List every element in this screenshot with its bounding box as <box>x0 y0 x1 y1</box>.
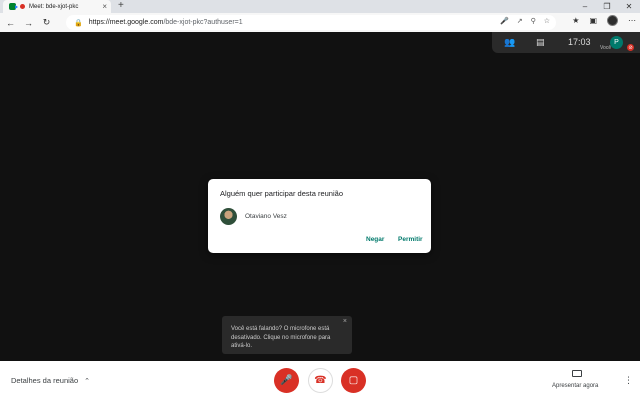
bottom-bar: Detalhes da reunião ⌃ 🎤 ☎ ▢ Apresentar a… <box>0 361 640 400</box>
zoom-icon[interactable]: ⚲ <box>531 17 536 25</box>
more-options-icon[interactable]: ⋮ <box>624 375 633 386</box>
meeting-details-label: Detalhes da reunião <box>11 376 79 385</box>
url-path: /bde-xjot-pkc?authuser=1 <box>163 19 243 26</box>
hang-up-button[interactable]: ☎ <box>308 368 333 393</box>
join-request-dialog: Alguém quer participar desta reunião Ota… <box>208 179 431 253</box>
self-label: Você <box>600 45 612 51</box>
tab-title: Meet: bde-xjot-pkc <box>29 3 79 10</box>
camera-toggle-button[interactable]: ▢ <box>341 368 366 393</box>
forward-button[interactable]: → <box>21 15 36 30</box>
tab-meet[interactable]: Meet: bde-xjot-pkc × <box>3 0 111 13</box>
dialog-title: Alguém quer participar desta reunião <box>220 189 343 198</box>
minimize-button[interactable]: – <box>574 0 596 13</box>
deny-button[interactable]: Negar <box>366 236 384 243</box>
url-host: https://meet.google.com <box>88 19 164 26</box>
mic-off-icon: 🎤 <box>280 375 293 386</box>
meet-favicon-icon <box>9 3 18 10</box>
chevron-up-icon: ⌃ <box>84 377 91 385</box>
meeting-details-button[interactable]: Detalhes da reunião ⌃ <box>11 376 90 385</box>
more-menu-icon[interactable]: ⋯ <box>628 16 636 25</box>
toast-text: Você está falando? O microfone está desa… <box>231 326 331 349</box>
chat-icon[interactable]: ▤ <box>536 37 545 48</box>
back-button[interactable]: ← <box>3 15 18 30</box>
maximize-button[interactable]: ❐ <box>596 0 618 13</box>
toast-close-icon[interactable]: × <box>343 318 347 325</box>
top-info-panel: 👥 ▤ 17:03 P Você ⊘ <box>492 32 640 53</box>
url-text[interactable]: https://meet.google.com/bde-xjot-pkc?aut… <box>89 19 243 26</box>
self-avatar[interactable]: P <box>610 36 623 49</box>
guest-name: Otaviano Vesz <box>245 213 287 220</box>
star-icon[interactable]: ☆ <box>544 17 550 25</box>
mic-icon[interactable]: 🎤 <box>500 17 509 25</box>
allow-button[interactable]: Permitir <box>398 236 423 243</box>
present-now-button[interactable]: Apresentar agora <box>552 383 598 389</box>
collections-icon[interactable]: ▣ <box>589 16 597 25</box>
present-screen-icon[interactable] <box>572 370 582 377</box>
profile-avatar[interactable] <box>607 15 618 26</box>
close-window-button[interactable]: ✕ <box>618 0 640 13</box>
new-tab-button[interactable]: + <box>118 0 124 12</box>
address-bar[interactable]: 🔒 https://meet.google.com/bde-xjot-pkc?a… <box>66 15 556 30</box>
clock: 17:03 <box>568 37 591 47</box>
reload-button[interactable]: ↻ <box>39 15 54 30</box>
toolbar-right: ★ ▣ ⋯ <box>572 15 636 26</box>
camera-off-icon: ▢ <box>348 375 359 386</box>
meet-stage: 👥 ▤ 17:03 P Você ⊘ Alguém quer participa… <box>0 32 640 400</box>
mic-muted-icon: ⊘ <box>627 44 634 51</box>
tab-strip: Meet: bde-xjot-pkc × + – ❐ ✕ <box>0 0 640 13</box>
people-icon[interactable]: 👥 <box>504 37 515 48</box>
muted-speaking-toast: × Você está falando? O microfone está de… <box>222 316 352 354</box>
recording-dot-icon <box>20 4 25 9</box>
phone-hangup-icon: ☎ <box>314 375 327 386</box>
window-controls: – ❐ ✕ <box>574 0 640 13</box>
mic-toggle-button[interactable]: 🎤 <box>274 368 299 393</box>
tab-close-icon[interactable]: × <box>102 2 107 11</box>
lock-icon[interactable]: 🔒 <box>74 19 83 27</box>
browser-chrome: Meet: bde-xjot-pkc × + – ❐ ✕ ← → ↻ 🔒 htt… <box>0 0 640 32</box>
extensions-icon[interactable]: ★ <box>572 16 579 25</box>
share-icon[interactable]: ↗ <box>517 17 523 25</box>
address-bar-icons: 🎤 ↗ ⚲ ☆ <box>500 17 550 25</box>
browser-toolbar: ← → ↻ 🔒 https://meet.google.com/bde-xjot… <box>0 13 640 32</box>
guest-avatar <box>220 208 237 225</box>
